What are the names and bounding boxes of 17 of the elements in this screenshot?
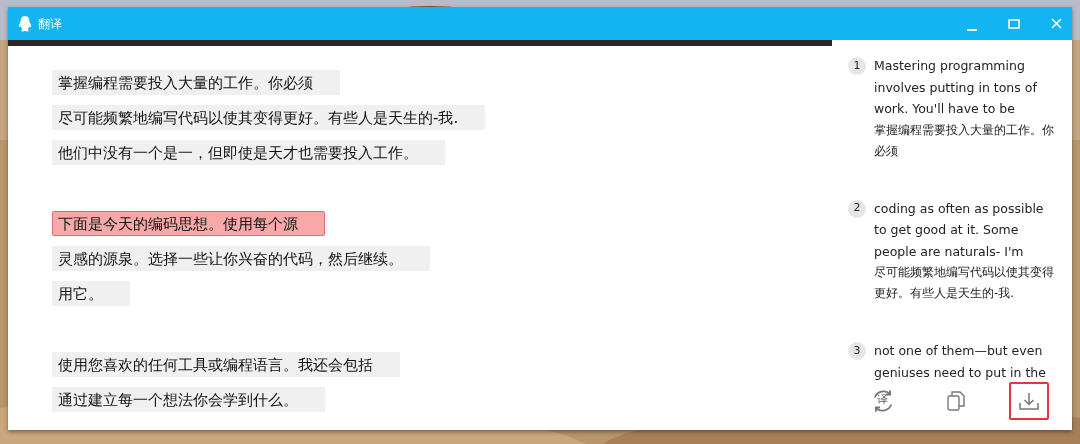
translated-text: 掌握编程需要投入大量的工作。你必须 xyxy=(874,121,1055,160)
download-button[interactable] xyxy=(1009,382,1050,420)
source-text: coding as often as possible to get good at it. Some people are naturals- I'm xyxy=(874,199,1045,261)
item-number: 2 xyxy=(848,199,866,218)
minimize-icon xyxy=(967,28,977,31)
window-title: 翻译 xyxy=(38,15,62,33)
source-text: Mastering programming involves putting in tons of work. You'll have to be xyxy=(874,57,1038,118)
maximize-icon xyxy=(1008,18,1020,29)
translated-text: 尽可能频繁地编写代码以使其变得更好。有些人是天生的-我. xyxy=(874,264,1055,302)
copy-icon xyxy=(947,391,965,411)
penguin-icon xyxy=(18,15,32,32)
close-icon xyxy=(1050,18,1062,29)
source-text: not one of them—but even geniuses need to put in the xyxy=(874,342,1047,380)
translate-button[interactable]: 译 xyxy=(862,382,903,420)
item-number: 3 xyxy=(848,342,866,360)
item-number: 1 xyxy=(848,57,866,75)
download-icon xyxy=(1019,392,1040,410)
